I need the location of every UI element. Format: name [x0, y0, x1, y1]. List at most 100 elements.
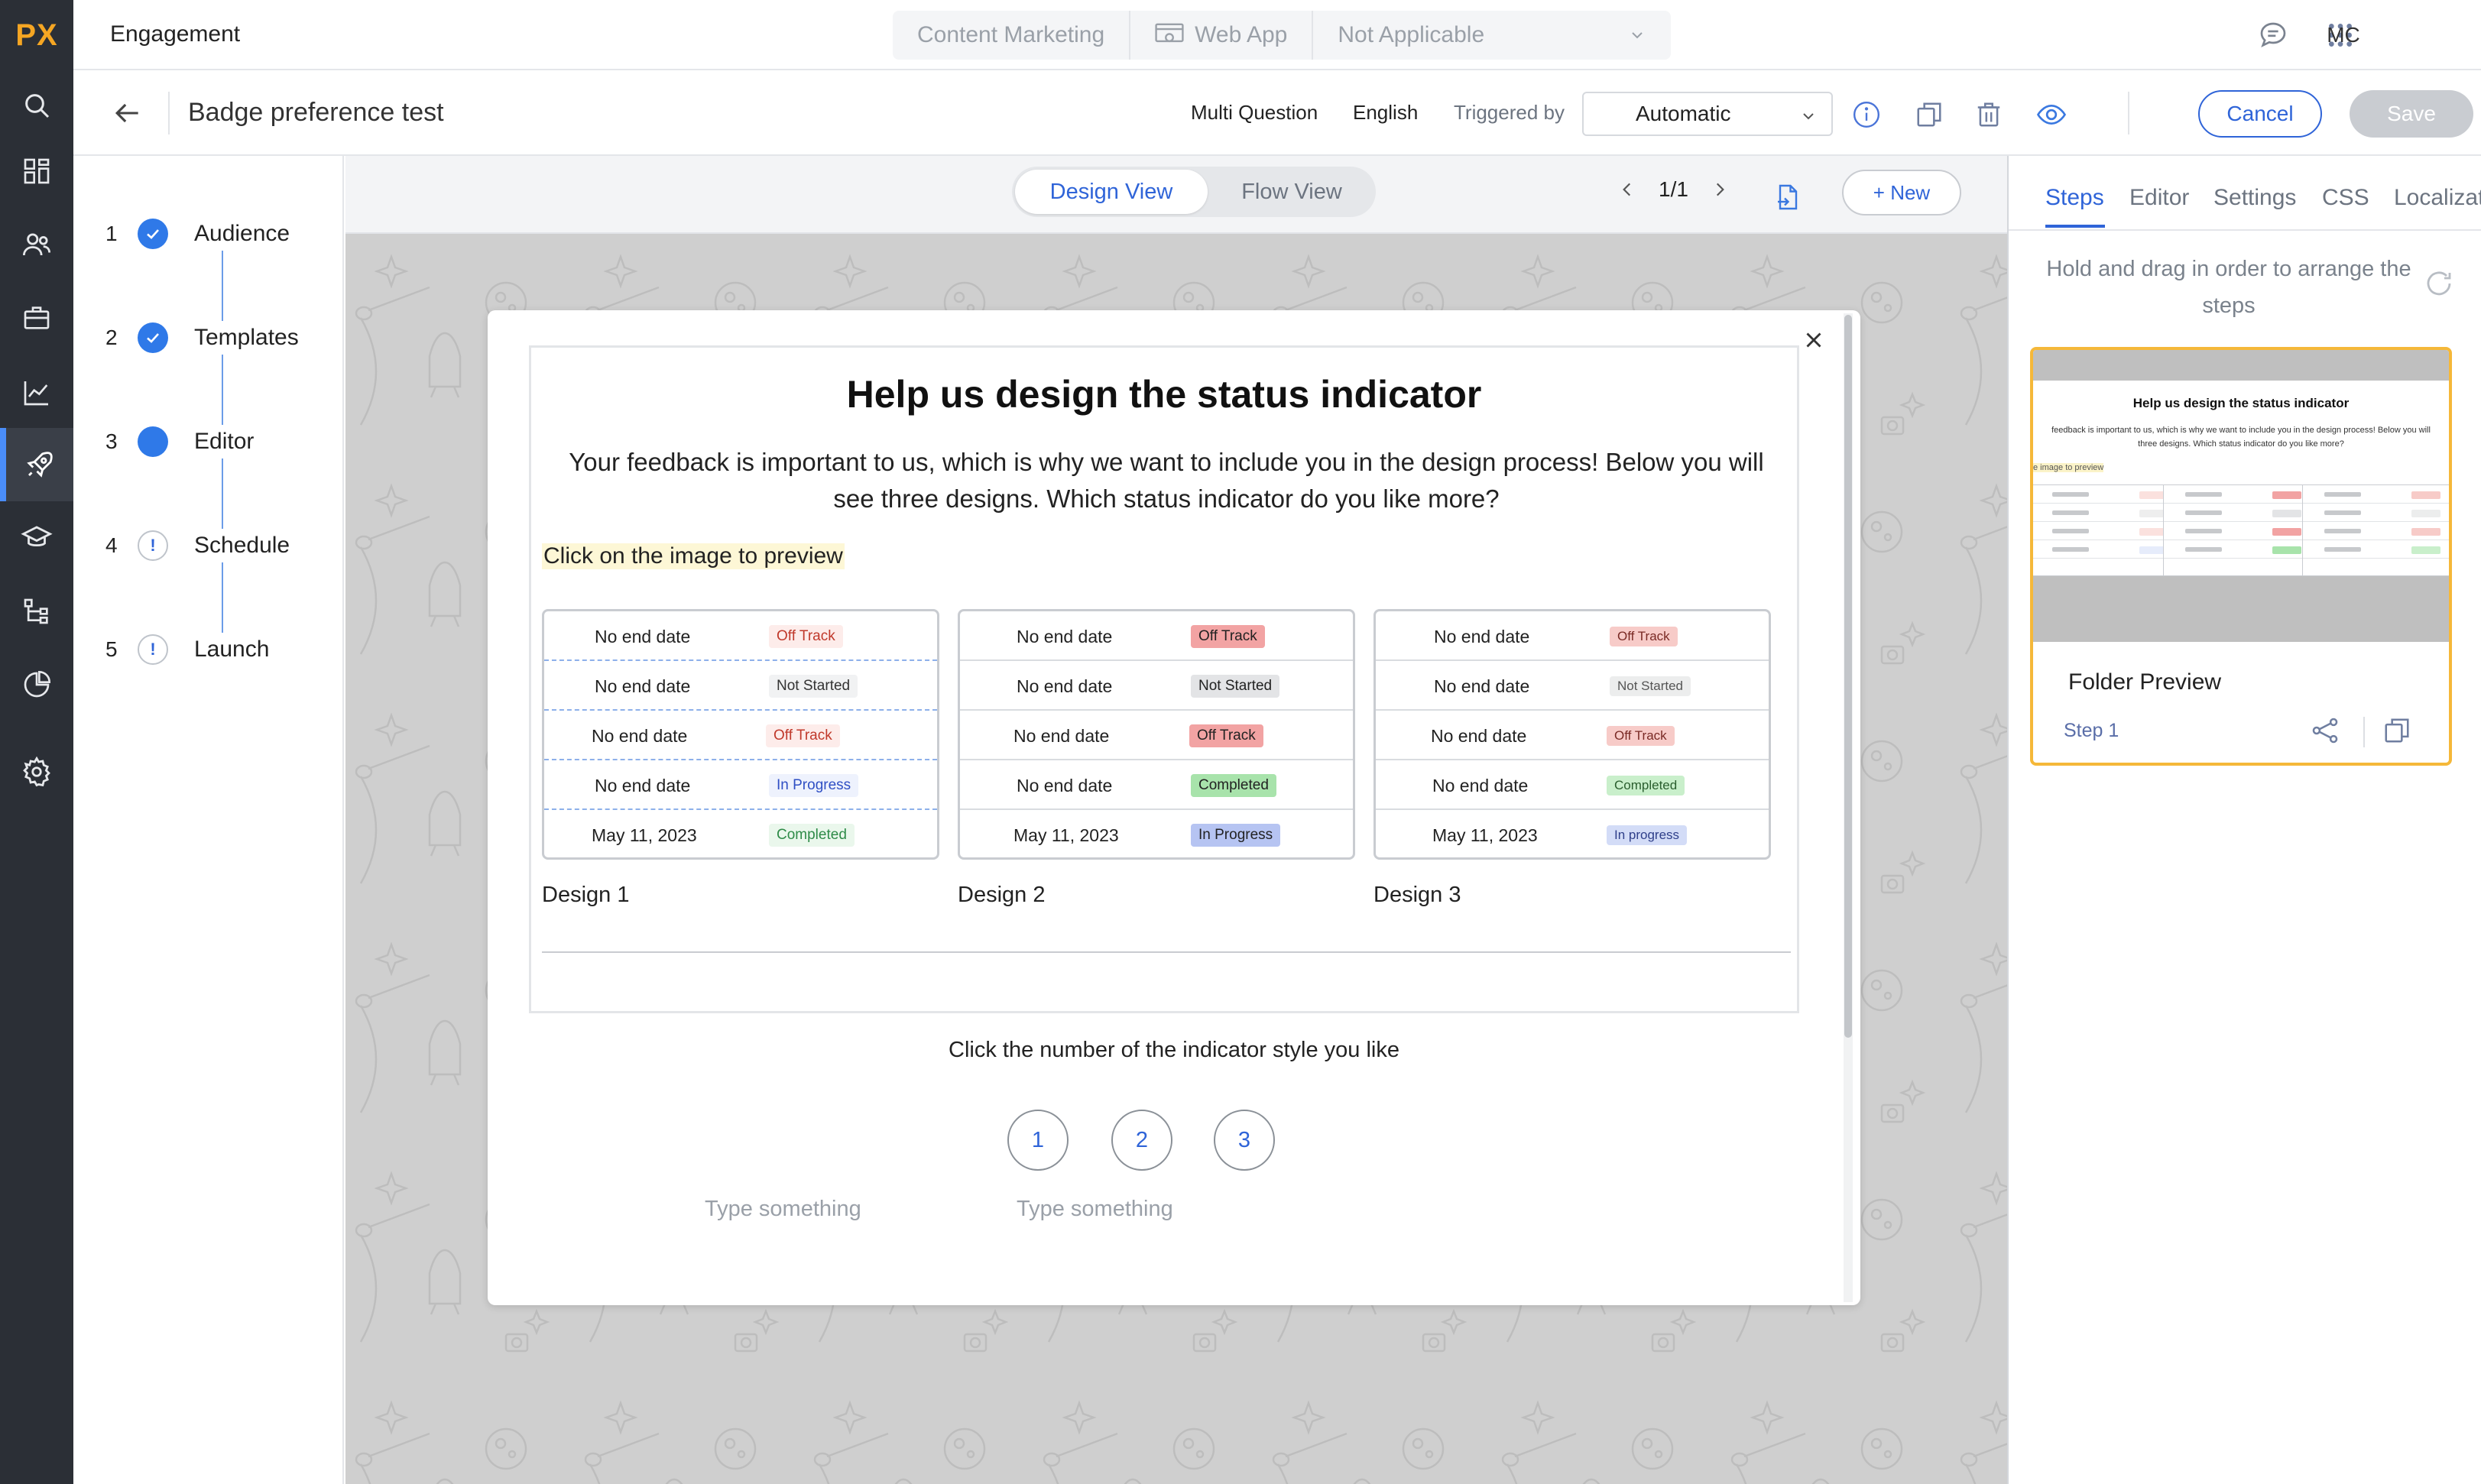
- step-label: Editor: [194, 429, 255, 454]
- chevron-down-icon: [1799, 107, 1818, 125]
- new-step-button[interactable]: + New: [1842, 170, 1961, 215]
- chevron-down-icon: [1628, 26, 1646, 44]
- canvas-toolbar: Design View Flow View 1/1 + New: [345, 156, 2007, 234]
- step-editor[interactable]: 3 Editor: [105, 425, 254, 458]
- tab-css[interactable]: CSS: [2322, 185, 2369, 211]
- context-switcher[interactable]: Content Marketing Web App Not Applicable: [893, 11, 1671, 60]
- checkmark-icon: [138, 219, 168, 249]
- step-templates[interactable]: 2 Templates: [105, 321, 299, 355]
- branching-icon[interactable]: [2310, 715, 2340, 746]
- rating-option-2[interactable]: 2: [1111, 1110, 1172, 1171]
- step-label: Launch: [194, 637, 270, 662]
- table-row: No end date Off Track: [1376, 611, 1769, 661]
- tab-settings[interactable]: Settings: [2213, 185, 2296, 211]
- avatar[interactable]: MC: [2322, 17, 2365, 53]
- tab-localization[interactable]: Localizat: [2394, 185, 2481, 211]
- question-type[interactable]: Multi Question: [1191, 101, 1318, 125]
- language-selector[interactable]: English: [1353, 101, 1418, 125]
- row-date: No end date: [595, 776, 691, 795]
- rocket-icon[interactable]: [0, 428, 73, 501]
- tab-editor[interactable]: Editor: [2129, 185, 2189, 211]
- refresh-icon[interactable]: [2423, 267, 2455, 300]
- chevron-left-icon[interactable]: [1617, 180, 1637, 199]
- trigger-select[interactable]: Automatic: [1582, 92, 1833, 136]
- cancel-button[interactable]: Cancel: [2198, 90, 2322, 138]
- rating-option-3[interactable]: 3: [1214, 1110, 1275, 1171]
- table-row: May 11, 2023 In progress: [1376, 810, 1769, 857]
- trigger-value: Automatic: [1636, 102, 1731, 125]
- triggered-by-label: Triggered by: [1454, 101, 1565, 124]
- step-audience[interactable]: 1 Audience: [105, 217, 290, 251]
- status-badge: Completed: [1607, 776, 1685, 795]
- modal-scrollbar[interactable]: [1844, 313, 1853, 1302]
- step-pager: 1/1: [1617, 177, 1730, 202]
- back-arrow-icon[interactable]: [110, 96, 144, 130]
- status-badge: Not Started: [769, 675, 858, 698]
- design-view-tab[interactable]: Design View: [1015, 170, 1208, 214]
- row-date: No end date: [1017, 676, 1113, 696]
- status-badge: Off Track: [766, 724, 840, 747]
- design-3-image[interactable]: No end date Off Track No end date Not St…: [1373, 609, 1771, 860]
- analytics-icon[interactable]: [18, 374, 55, 411]
- step-schedule[interactable]: 4 ! Schedule: [105, 529, 290, 562]
- step-thumbnail: Help us design the status indicator feed…: [2033, 350, 2449, 642]
- px-logo[interactable]: PX: [0, 0, 73, 70]
- step-launch[interactable]: 5 ! Launch: [105, 633, 269, 666]
- tab-steps[interactable]: Steps: [2045, 185, 2104, 211]
- divider: [542, 951, 1791, 953]
- briefcase-icon[interactable]: [18, 300, 55, 336]
- editor-header: Badge preference test Multi Question Eng…: [73, 70, 2481, 156]
- copy-icon[interactable]: [1914, 99, 1944, 130]
- search-icon[interactable]: [18, 87, 55, 124]
- table-row: No end date Completed: [1376, 760, 1769, 810]
- row-date: May 11, 2023: [1013, 825, 1119, 845]
- product-selector[interactable]: Content Marketing: [893, 11, 1131, 60]
- duplicate-icon[interactable]: [2382, 715, 2412, 746]
- info-icon[interactable]: [1851, 99, 1882, 130]
- graduation-cap-icon[interactable]: [18, 520, 55, 556]
- trash-icon[interactable]: [1973, 99, 2004, 130]
- pie-chart-icon[interactable]: [18, 666, 55, 703]
- dashboard-icon[interactable]: [18, 153, 55, 190]
- table-row: No end date Not Started: [544, 661, 937, 711]
- table-row: No end date Off Track: [960, 711, 1353, 760]
- environment-dropdown[interactable]: Not Applicable: [1313, 11, 1671, 60]
- app-selector[interactable]: Web App: [1130, 11, 1314, 60]
- design-2-image[interactable]: No end date Off Track No end date Not St…: [958, 609, 1355, 860]
- status-badge: Off Track: [1189, 724, 1263, 747]
- users-icon[interactable]: [18, 226, 55, 263]
- flow-view-tab[interactable]: Flow View: [1211, 170, 1373, 214]
- chevron-right-icon[interactable]: [1710, 180, 1730, 199]
- warning-icon: !: [138, 530, 168, 561]
- row-date: No end date: [1434, 627, 1530, 646]
- preview-eye-icon[interactable]: [2036, 99, 2067, 130]
- design-caption: Design 1: [542, 883, 630, 907]
- divider: [2363, 717, 2365, 747]
- chat-icon[interactable]: [2255, 17, 2291, 53]
- survey-content-block[interactable]: Help us design the status indicator Your…: [529, 345, 1799, 1013]
- rating-option-1[interactable]: 1: [1007, 1110, 1069, 1171]
- export-document-icon[interactable]: [1773, 183, 1801, 211]
- top-bar: Engagement Content Marketing Web App Not…: [73, 0, 2481, 70]
- app-name: Web App: [1195, 22, 1288, 47]
- settings-icon[interactable]: [18, 753, 55, 790]
- save-button[interactable]: Save: [2350, 90, 2473, 138]
- status-badge: In Progress: [769, 774, 859, 797]
- thumbnail-title: Help us design the status indicator: [2132, 396, 2350, 410]
- step-number-label: Step 1: [2064, 720, 2119, 741]
- close-icon[interactable]: [1801, 327, 1827, 353]
- steps-sidebar: 1 Audience 2 Templates 3 Editor 4 ! Sche…: [73, 156, 344, 1484]
- design-1-image[interactable]: No end date Off Track No end date Not St…: [542, 609, 939, 860]
- survey-title: Help us design the status indicator: [846, 373, 1482, 416]
- low-label-input[interactable]: Type something: [705, 1197, 861, 1222]
- step-card[interactable]: Help us design the status indicator feed…: [2030, 347, 2452, 766]
- row-date: May 11, 2023: [592, 825, 697, 845]
- step-number: 5: [105, 637, 118, 661]
- step-label: Audience: [194, 221, 290, 246]
- status-badge: In progress: [1607, 825, 1688, 845]
- workflow-icon[interactable]: [18, 593, 55, 630]
- high-label-input[interactable]: Type something: [1017, 1197, 1173, 1222]
- right-panel-tabs: Steps Editor Settings CSS Localizat: [2009, 156, 2481, 231]
- scrollbar-thumb[interactable]: [1844, 315, 1852, 1038]
- current-step-dot-icon: [138, 426, 168, 457]
